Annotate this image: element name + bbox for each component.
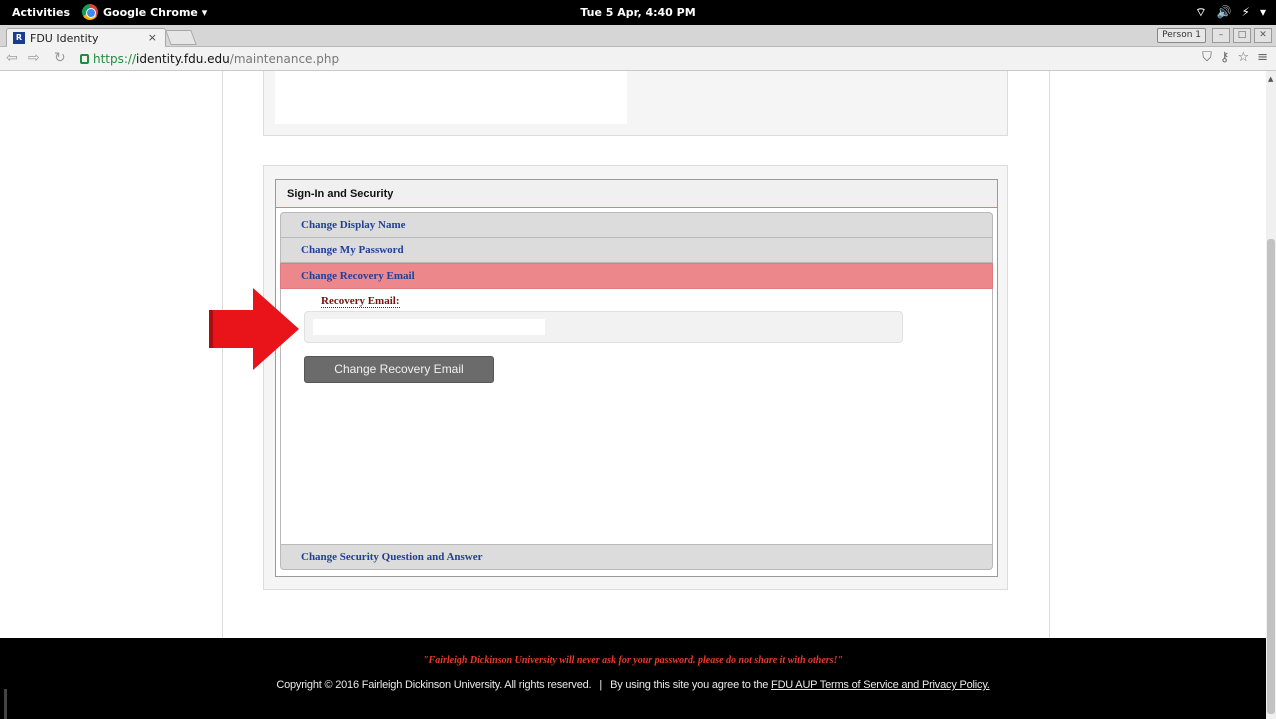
tab-strip: R FDU Identity × Person 1 – □ ✕ (0, 25, 1276, 47)
profile-button[interactable]: Person 1 (1157, 28, 1206, 43)
scrollbar-thumb[interactable] (1267, 239, 1275, 714)
shield-extension-icon[interactable]: ⛉ (1202, 50, 1212, 65)
footer-copyright-line: Copyright © 2016 Fairleigh Dickinson Uni… (0, 679, 1266, 691)
aup-terms-link[interactable]: FDU AUP Terms of Service and Privacy Pol… (771, 679, 990, 691)
fdu-favicon-icon: R (13, 32, 25, 44)
security-panel: Sign-In and Security Change Display Name… (263, 165, 1008, 590)
agree-text: By using this site you agree to the (610, 679, 769, 691)
bookmark-star-icon[interactable]: ☆ (1237, 50, 1249, 65)
tab-close-icon[interactable]: × (148, 31, 157, 44)
recovery-email-label: Recovery Email: (321, 295, 400, 308)
url-host: identity.fdu.edu (136, 51, 230, 66)
key-extension-icon[interactable]: ⚷ (1220, 50, 1230, 65)
url-scheme: https:// (93, 51, 137, 66)
wifi-icon: ⌔ (1195, 5, 1207, 19)
site-footer: "Fairleigh Dickinson University will nev… (0, 638, 1266, 719)
minimize-icon[interactable]: – (1212, 28, 1230, 43)
system-menu-chevron-icon: ▾ (1259, 5, 1266, 19)
password-warning-notice: "Fairleigh Dickinson University will nev… (422, 655, 844, 666)
footer-separator: | (599, 679, 603, 691)
menu-icon[interactable]: ≡ (1257, 50, 1268, 65)
forward-icon[interactable]: ⇨ (28, 50, 40, 66)
accordion-change-display-name[interactable]: Change Display Name (280, 212, 993, 238)
system-tray[interactable]: ⌔ 🔊 ⚡ ▾ (1195, 5, 1266, 20)
upper-panel (263, 71, 1008, 136)
battery-icon: ⚡ (1241, 5, 1250, 19)
address-bar[interactable]: https://identity.fdu.edu/maintenance.php (80, 49, 1180, 68)
recovery-email-section: Recovery Email: Change Recovery Email (280, 289, 993, 544)
back-icon[interactable]: ⇦ (6, 50, 18, 66)
tab-title: FDU Identity (30, 31, 99, 45)
reload-icon[interactable]: ↻ (54, 50, 66, 66)
footer-edge (4, 689, 7, 719)
toolbar-actions: ⛉ ⚷ ☆ ≡ (1202, 50, 1268, 65)
browser-toolbar: ⇦ ⇨ ↻ https://identity.fdu.edu/maintenan… (0, 47, 1276, 71)
accordion-change-recovery-email[interactable]: Change Recovery Email (280, 263, 993, 289)
system-top-bar: Activities Google Chrome ▾ Tue 5 Apr, 4:… (0, 0, 1276, 25)
page-scrollbar[interactable]: ▲ (1266, 71, 1276, 719)
close-window-icon[interactable]: ✕ (1254, 28, 1272, 43)
change-recovery-email-button[interactable]: Change Recovery Email (304, 356, 494, 383)
copyright-text: Copyright © 2016 Fairleigh Dickinson Uni… (276, 679, 592, 691)
recovery-email-input[interactable] (313, 319, 545, 335)
accordion-change-password[interactable]: Change My Password (280, 237, 993, 263)
volume-icon: 🔊 (1216, 5, 1232, 19)
secure-lock-icon (80, 53, 89, 64)
recovery-email-field-wrap (304, 311, 903, 343)
url-path: /maintenance.php (229, 51, 340, 66)
maximize-icon[interactable]: □ (1233, 28, 1251, 43)
upper-panel-table (275, 71, 627, 124)
red-arrow-annotation-icon (209, 288, 299, 370)
accordion-change-security-question[interactable]: Change Security Question and Answer (280, 544, 993, 570)
new-tab-button[interactable] (165, 30, 197, 45)
scroll-up-icon[interactable]: ▲ (1268, 75, 1273, 83)
tab-fdu-identity[interactable]: R FDU Identity × (6, 28, 166, 47)
security-box: Sign-In and Security Change Display Name… (275, 179, 998, 577)
page-viewport: Sign-In and Security Change Display Name… (0, 71, 1266, 719)
security-header: Sign-In and Security (276, 180, 997, 208)
clock[interactable]: Tue 5 Apr, 4:40 PM (0, 6, 1276, 19)
